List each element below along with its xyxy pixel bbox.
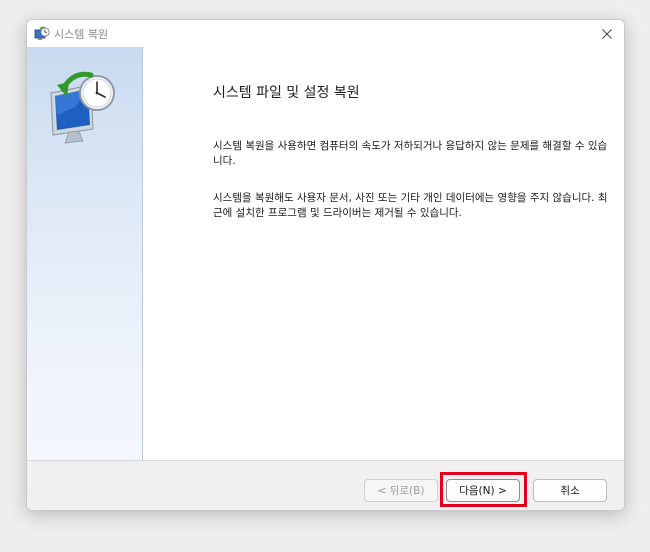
description-paragraph-1: 시스템 복원을 사용하면 컴퓨터의 속도가 저하되거나 응답하지 않는 문제를 … <box>213 140 608 167</box>
close-icon <box>602 28 612 39</box>
next-button[interactable]: 다음(N) > <box>446 479 520 502</box>
wizard-sidebar <box>27 47 143 460</box>
description-paragraph-2: 시스템을 복원해도 사용자 문서, 사진 또는 기타 개인 데이터에는 영향을 … <box>213 192 608 219</box>
back-button[interactable]: < 뒤로(B) <box>364 479 438 502</box>
wizard-content: 시스템 파일 및 설정 복원 시스템 복원을 사용하면 컴퓨터의 속도가 저하되… <box>143 47 624 460</box>
close-button[interactable] <box>590 20 624 47</box>
title-bar: 시스템 복원 <box>27 20 624 47</box>
window-title: 시스템 복원 <box>54 28 109 41</box>
cancel-button[interactable]: 취소 <box>533 479 607 502</box>
system-restore-clock-monitor-icon <box>50 71 115 144</box>
button-bar: < 뒤로(B) 다음(N) > 취소 <box>27 460 624 510</box>
system-restore-icon <box>34 26 50 40</box>
page-title: 시스템 파일 및 설정 복원 <box>213 85 360 101</box>
system-restore-dialog: 시스템 복원 시스템 파일 및 설정 복원 시스템 복원을 사용하면 컴퓨터의 … <box>26 19 625 511</box>
